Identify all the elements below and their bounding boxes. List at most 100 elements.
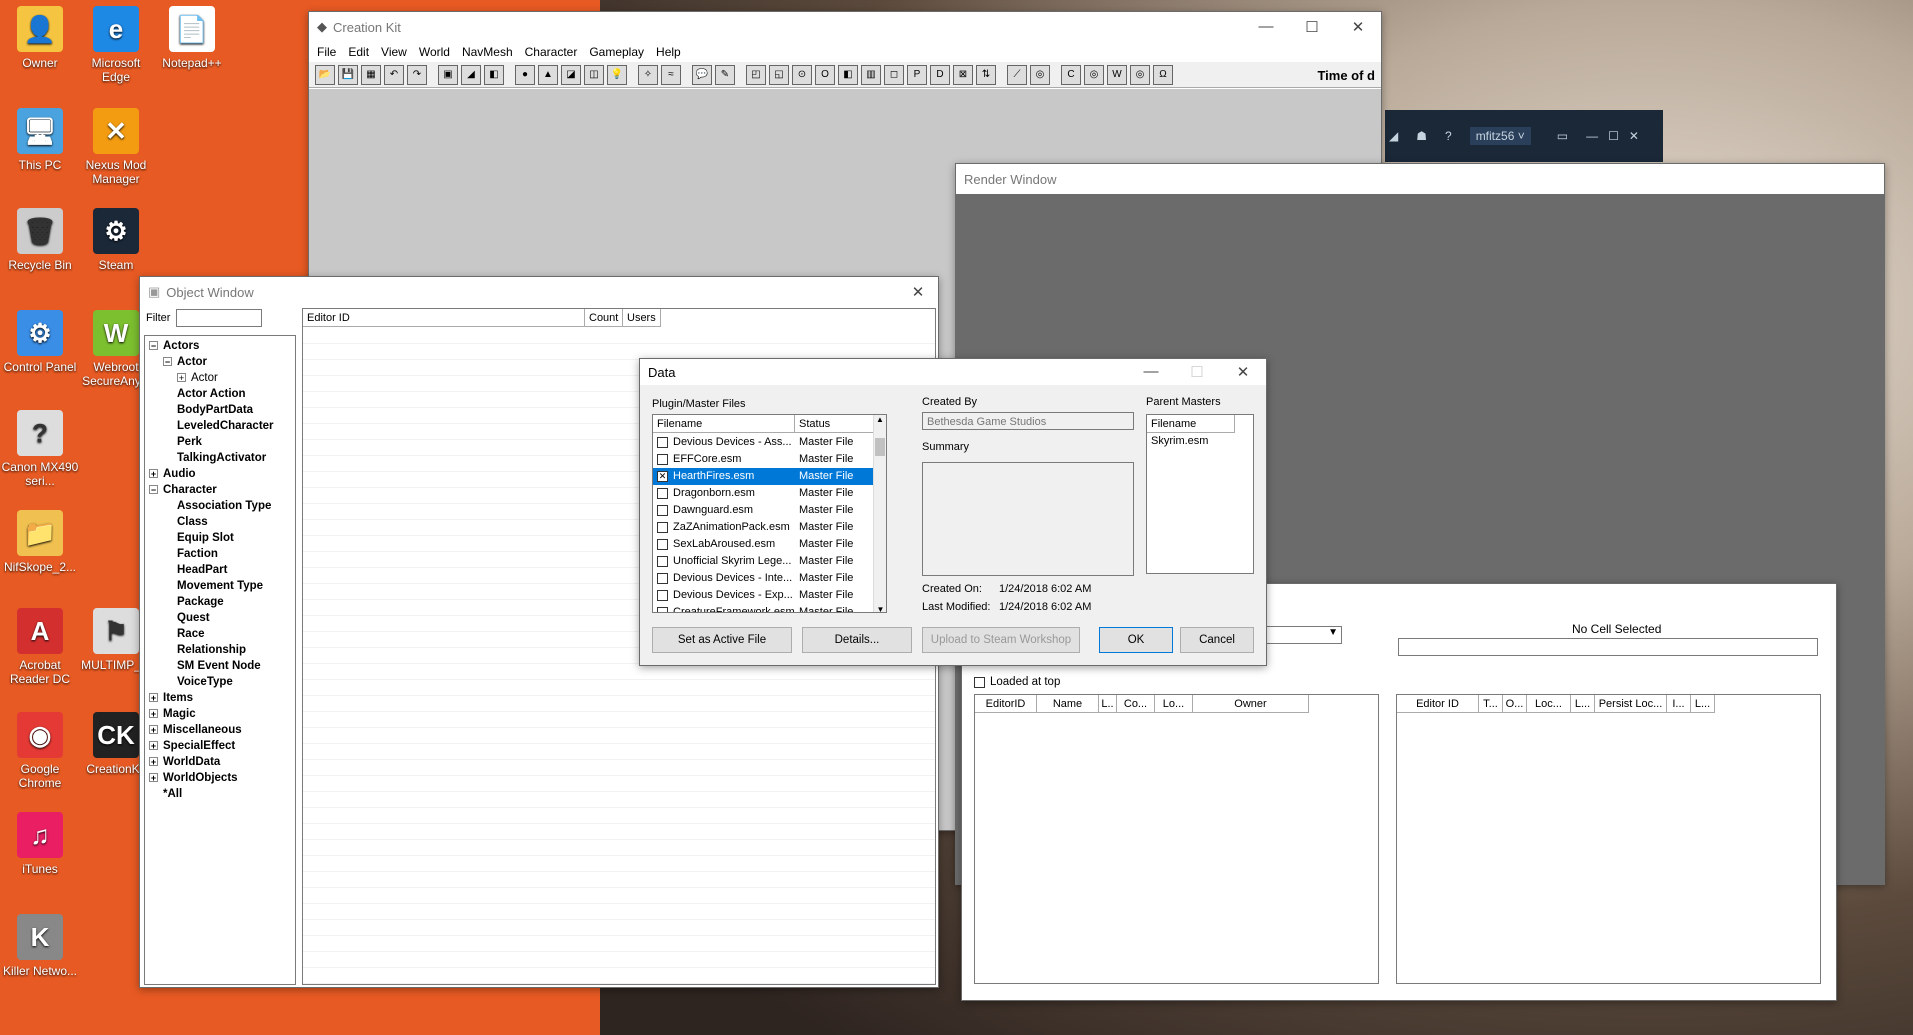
cell-list[interactable]: EditorID Name L.. Co... Lo... Owner — [974, 694, 1379, 984]
sort-icon[interactable]: ⇅ — [976, 64, 996, 85]
close-icon[interactable]: ✕ — [1335, 18, 1381, 36]
scroll-up-icon[interactable]: ▲ — [874, 415, 886, 424]
steam-user-menu[interactable]: mfitz56 ˅ — [1469, 127, 1531, 145]
desktop-icon-1[interactable]: e Microsoft Edge — [76, 6, 156, 84]
desktop-icon-16[interactable]: K Killer Netwo... — [0, 914, 80, 978]
desktop-icon-0[interactable]: 👤 Owner — [0, 6, 80, 70]
desktop-icon-10[interactable]: 📁 NifSkope_2... — [0, 510, 80, 574]
cube-icon[interactable]: ◰ — [746, 64, 766, 85]
col-filename[interactable]: Filename — [653, 415, 795, 433]
scroll-thumb[interactable] — [875, 438, 885, 456]
menu-character[interactable]: Character — [521, 45, 586, 59]
parent-masters-list[interactable]: Filename Skyrim.esm — [1146, 414, 1254, 574]
plugin-checkbox[interactable] — [657, 607, 668, 612]
desktop-icon-7[interactable]: ⚙ Control Panel — [0, 310, 80, 374]
desktop-icon-2[interactable]: 📄 Notepad++ — [152, 6, 232, 70]
tree-item[interactable]: Race — [149, 626, 274, 642]
col-header[interactable]: Name — [1037, 695, 1099, 713]
sphere-icon[interactable]: ● — [515, 64, 535, 85]
plugin-checkbox[interactable] — [657, 539, 668, 550]
plugin-checkbox[interactable] — [657, 573, 668, 584]
col-header[interactable]: Co... — [1117, 695, 1155, 713]
steam-screen-icon[interactable]: ▭ — [1557, 129, 1568, 143]
steam-minimize-icon[interactable]: — — [1586, 129, 1598, 143]
col-header[interactable]: T... — [1479, 695, 1503, 713]
col-header[interactable]: L... — [1691, 695, 1715, 713]
tree-item[interactable]: BodyPartData — [149, 402, 274, 418]
close-icon[interactable]: ✕ — [898, 283, 938, 301]
dialog-icon[interactable]: 💬 — [692, 64, 712, 85]
tree-item[interactable]: Association Type — [149, 498, 274, 514]
tree-item[interactable]: Actor Action — [149, 386, 274, 402]
book-icon[interactable]: ▥ — [861, 64, 881, 85]
menu-gameplay[interactable]: Gameplay — [585, 45, 652, 59]
tree-item[interactable]: LeveledCharacter — [149, 418, 274, 434]
plugin-scrollbar[interactable]: ▲ ▼ — [873, 415, 886, 612]
desktop-icon-6[interactable]: ⚙ Steam — [76, 208, 156, 272]
tree-item[interactable]: + Miscellaneous — [149, 722, 274, 738]
expand-toggle-icon[interactable]: + — [177, 373, 186, 383]
d-icon[interactable]: D — [930, 64, 950, 85]
col-status[interactable]: Status — [795, 415, 875, 433]
steam-maximize-icon[interactable]: ☐ — [1608, 129, 1619, 143]
col-header[interactable]: Loc... — [1527, 695, 1571, 713]
expand-toggle-icon[interactable]: + — [149, 725, 158, 735]
tree-item[interactable]: Faction — [149, 546, 274, 562]
parent-master-row[interactable]: Skyrim.esm — [1151, 435, 1208, 447]
tree-item[interactable]: + WorldObjects — [149, 770, 274, 786]
x-icon[interactable]: ⊠ — [953, 64, 973, 85]
plugin-file-list[interactable]: Filename Status Devious Devices - Ass...… — [652, 414, 887, 613]
plugin-file-row[interactable]: Devious Devices - Inte... Master File — [653, 570, 875, 587]
expand-toggle-icon[interactable]: − — [149, 485, 158, 495]
tree-item[interactable]: Equip Slot — [149, 530, 274, 546]
navmesh-icon[interactable]: ◪ — [561, 64, 581, 85]
menu-help[interactable]: Help — [652, 45, 689, 59]
tree-item[interactable]: − Character — [149, 482, 274, 498]
plugin-file-row[interactable]: ZaZAnimationPack.esm Master File — [653, 519, 875, 536]
set-active-file-button[interactable]: Set as Active File — [652, 627, 792, 653]
tree-item[interactable]: Package — [149, 594, 274, 610]
w-icon[interactable]: W — [1107, 64, 1127, 85]
col-header[interactable]: Editor ID — [1397, 695, 1479, 713]
menu-file[interactable]: File — [313, 45, 344, 59]
render-icon[interactable]: ◎ — [1030, 64, 1050, 85]
plugin-checkbox[interactable] — [657, 505, 668, 516]
col-header[interactable]: Owner — [1193, 695, 1309, 713]
plugin-checkbox[interactable] — [657, 437, 668, 448]
cube2-icon[interactable]: ◱ — [769, 64, 789, 85]
open-icon[interactable]: 📂 — [315, 64, 335, 85]
desktop-icon-3[interactable]: 🖥 This PC — [0, 108, 80, 172]
c-icon[interactable]: C — [1061, 64, 1081, 85]
tree-item[interactable]: HeadPart — [149, 562, 274, 578]
snap-angle-icon[interactable]: ◢ — [461, 64, 481, 85]
tree-item[interactable]: TalkingActivator — [149, 450, 274, 466]
preferences-icon[interactable]: ▦ — [361, 64, 381, 85]
desktop-icon-13[interactable]: ◉ Google Chrome — [0, 712, 80, 790]
cell-name-field[interactable] — [1398, 638, 1818, 656]
omega-icon[interactable]: Ω — [1153, 64, 1173, 85]
col-users[interactable]: Users — [623, 309, 661, 327]
steam-store-icon[interactable]: ◢ — [1389, 129, 1398, 143]
plugin-file-row[interactable]: EFFCore.esm Master File — [653, 451, 875, 468]
menu-navmesh[interactable]: NavMesh — [458, 45, 521, 59]
landscape-icon[interactable]: ▲ — [538, 64, 558, 85]
tree-item[interactable]: + SpecialEffect — [149, 738, 274, 754]
tree-item[interactable]: + Actor — [149, 370, 274, 386]
water-icon[interactable]: ≈ — [661, 64, 681, 85]
snap-grid-icon[interactable]: ▣ — [438, 64, 458, 85]
upload-steam-workshop-button[interactable]: Upload to Steam Workshop — [922, 627, 1080, 653]
lod-icon[interactable]: ◫ — [584, 64, 604, 85]
plugin-file-row[interactable]: Dawnguard.esm Master File — [653, 502, 875, 519]
plugin-file-row[interactable]: Unofficial Skyrim Lege... Master File — [653, 553, 875, 570]
tree-item[interactable]: − Actors — [149, 338, 274, 354]
desktop-icon-9[interactable]: ? Canon MX490 seri... — [0, 410, 80, 488]
col-header[interactable]: L.. — [1099, 695, 1117, 713]
scroll-down-icon[interactable]: ▼ — [874, 605, 886, 612]
parent-col-filename[interactable]: Filename — [1147, 415, 1235, 433]
snap-ref-icon[interactable]: ◧ — [484, 64, 504, 85]
loaded-at-top-checkbox[interactable]: Loaded at top — [974, 676, 1060, 688]
details-button[interactable]: Details... — [802, 627, 912, 653]
tree-item[interactable]: + Audio — [149, 466, 274, 482]
tree-item[interactable]: + Magic — [149, 706, 274, 722]
minimize-icon[interactable]: — — [1128, 363, 1174, 381]
